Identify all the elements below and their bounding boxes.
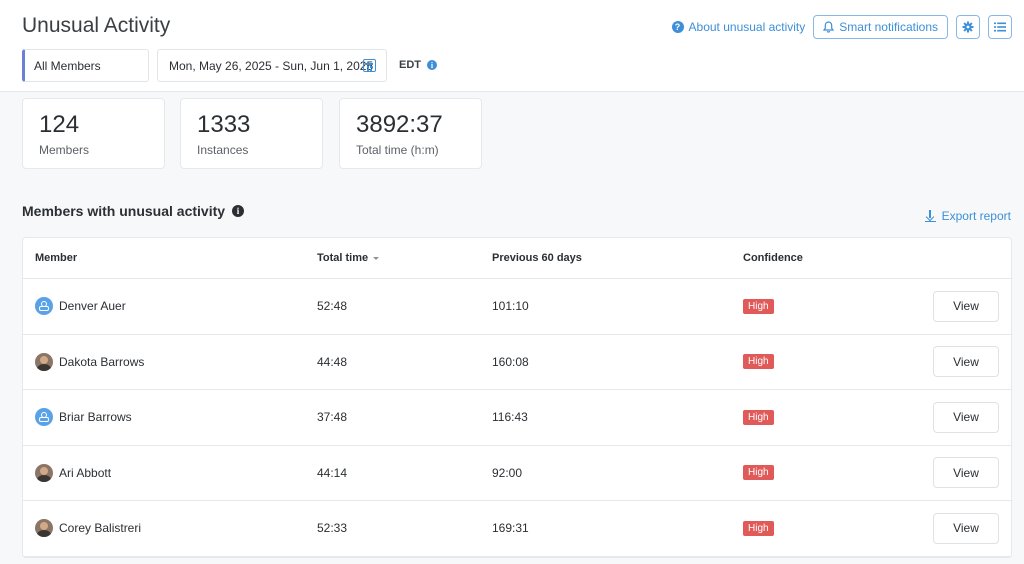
view-button[interactable]: View (933, 346, 999, 378)
stat-label: Instances (197, 143, 249, 157)
view-button[interactable]: View (933, 512, 999, 544)
info-icon[interactable]: i (232, 205, 245, 217)
confidence-badge: High (743, 354, 774, 370)
top-bar: Unusual Activity ? About unusual activit… (0, 0, 1024, 92)
member-name: Ari Abbott (59, 465, 112, 480)
stat-card-instances: 1333 Instances (180, 98, 323, 169)
member-cell[interactable]: Dakota Barrows (35, 352, 145, 371)
member-cell[interactable]: Briar Barrows (35, 408, 132, 427)
calendar-icon[interactable] (363, 59, 376, 72)
total-time: 37:48 (317, 410, 348, 425)
member-cell[interactable]: Denver Auer (35, 297, 126, 316)
avatar (35, 408, 53, 427)
bell-icon (823, 21, 835, 33)
page-title: Unusual Activity (22, 14, 171, 37)
confidence-badge: High (743, 465, 774, 481)
table-row: Dakota Barrows 44:48 160:08 High View (23, 335, 1011, 390)
gear-icon (962, 21, 974, 33)
table-row: Denver Auer 52:48 101:10 High View (23, 279, 1011, 335)
previous-60-days: 160:08 (492, 354, 529, 369)
date-range-value: Mon, May 26, 2025 - Sun, Jun 1, 2025 (169, 58, 374, 73)
avatar (35, 297, 53, 316)
total-time: 52:33 (317, 521, 348, 536)
member-cell[interactable]: Ari Abbott (35, 463, 112, 482)
avatar (35, 519, 53, 538)
avatar (35, 352, 53, 371)
members-table: Member Total time Previous 60 days Confi… (22, 237, 1012, 558)
export-report-link[interactable]: Export report (924, 209, 1011, 223)
stat-value: 1333 (197, 111, 251, 138)
table-row: Briar Barrows 37:48 116:43 High View (23, 390, 1011, 446)
settings-button[interactable] (956, 15, 980, 39)
previous-60-days: 116:43 (492, 410, 528, 425)
view-button[interactable]: View (933, 401, 999, 433)
total-time: 52:48 (317, 299, 348, 314)
about-link-label: About unusual activity (688, 20, 806, 34)
total-time: 44:14 (317, 465, 348, 480)
confidence-badge: High (743, 409, 774, 425)
smart-notifications-button[interactable]: Smart notifications (813, 15, 948, 39)
view-button[interactable]: View (933, 457, 999, 489)
export-report-label: Export report (941, 209, 1011, 223)
stat-value: 3892:37 (356, 111, 443, 138)
stat-card-total-time: 3892:37 Total time (h:m) (339, 98, 482, 169)
column-header-label: Total time (317, 252, 369, 264)
confidence-badge: High (743, 298, 774, 314)
member-cell[interactable]: Corey Balistreri (35, 519, 142, 538)
view-button[interactable]: View (933, 290, 999, 322)
table-row: Corey Balistreri 52:33 169:31 High View (23, 501, 1011, 557)
header-actions: ? About unusual activity Smart notificat… (671, 15, 1012, 39)
total-time: 44:48 (317, 354, 348, 369)
previous-60-days: 92:00 (492, 465, 523, 480)
stat-card-members: 124 Members (22, 98, 165, 169)
column-header-previous-60-days[interactable]: Previous 60 days (492, 252, 582, 264)
question-icon: ? (671, 21, 684, 33)
member-name: Briar Barrows (59, 410, 132, 425)
download-icon (924, 210, 936, 222)
avatar (35, 463, 53, 482)
previous-60-days: 169:31 (492, 521, 529, 536)
section-title: Members with unusual activity i (22, 203, 245, 219)
column-header-confidence[interactable]: Confidence (743, 252, 803, 264)
column-header-member[interactable]: Member (35, 252, 77, 264)
date-range-picker[interactable]: Mon, May 26, 2025 - Sun, Jun 1, 2025 (157, 49, 387, 82)
about-unusual-activity-link[interactable]: ? About unusual activity (671, 20, 806, 34)
info-icon[interactable]: i (427, 60, 437, 70)
member-name: Dakota Barrows (59, 354, 145, 369)
stat-value: 124 (39, 111, 80, 138)
timezone-label: EDT (399, 59, 421, 71)
list-view-button[interactable] (988, 15, 1012, 39)
member-name: Corey Balistreri (59, 521, 142, 536)
column-header-total-time[interactable]: Total time (317, 252, 380, 264)
section-title-text: Members with unusual activity (22, 203, 226, 219)
list-icon (994, 22, 1006, 32)
smart-notifications-label: Smart notifications (839, 20, 938, 34)
sort-caret-icon (373, 256, 380, 260)
members-filter-select[interactable]: All Members (22, 49, 149, 82)
table-header: Member Total time Previous 60 days Confi… (23, 238, 1011, 279)
stat-label: Total time (h:m) (356, 143, 439, 157)
table-row: Ari Abbott 44:14 92:00 High View (23, 446, 1011, 501)
previous-60-days: 101:10 (492, 299, 529, 314)
member-name: Denver Auer (59, 299, 126, 314)
confidence-badge: High (743, 520, 774, 536)
stat-label: Members (39, 143, 90, 157)
timezone-indicator: EDT i (399, 59, 437, 71)
